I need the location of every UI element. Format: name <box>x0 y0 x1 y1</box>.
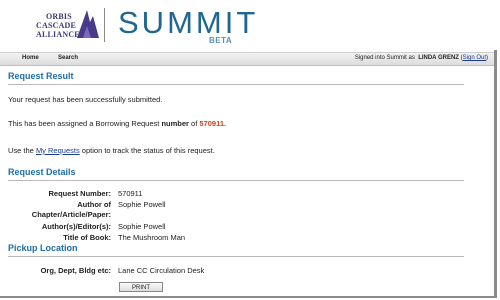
my-requests-link[interactable]: My Requests <box>36 146 80 155</box>
header: ORBIS CASCADE ALLIANCE SUMMIT BETA <box>0 0 497 50</box>
request-number-label: Request Number: <box>48 189 111 198</box>
request-number-value: 570911 <box>118 189 143 198</box>
assigned-message: This has been assigned a Borrowing Reque… <box>8 119 226 128</box>
request-result-heading: Request Result <box>8 71 74 81</box>
assigned-end: . <box>224 119 227 128</box>
nav-bar: Home Search Signed into Summit as LINDA … <box>0 52 494 66</box>
author-of-label: Author of <box>77 200 111 209</box>
logo-text-line2: CASCADE <box>36 21 77 30</box>
signed-in-status: Signed into Summit as LINDA GRENZ (Sign … <box>355 55 488 61</box>
nav-search-link[interactable]: Search <box>58 55 78 61</box>
sign-out-close-paren: ) <box>486 55 488 61</box>
assigned-of: of <box>188 119 200 128</box>
logo-text-line1: ORBIS <box>46 12 72 21</box>
assigned-number-word: number <box>161 119 189 128</box>
sign-out-link[interactable]: Sign Out <box>463 55 486 61</box>
section-divider <box>8 180 464 181</box>
pickup-location-heading: Pickup Location <box>8 243 78 253</box>
book-title-label: Title of Book: <box>63 233 111 242</box>
orbis-cascade-logo: ORBIS CASCADE ALLIANCE <box>30 8 100 44</box>
logo-text-line3: ALLIANCE <box>36 30 80 39</box>
user-name: LINDA GRENZ <box>418 55 459 61</box>
signed-in-prefix: Signed into Summit as <box>354 55 415 61</box>
beta-badge: BETA <box>209 36 233 45</box>
author-editor-label: Author(s)/Editor(s): <box>41 222 111 231</box>
header-divider <box>104 8 105 42</box>
track-prefix: Use the <box>8 146 36 155</box>
success-message: Your request has been successfully submi… <box>8 95 163 104</box>
nav-home-link[interactable]: Home <box>22 55 39 61</box>
request-number-highlight: 570911 <box>199 119 225 128</box>
track-suffix: option to track the status of this reque… <box>79 146 215 155</box>
book-title-value: The Mushroom Man <box>118 233 186 242</box>
chapter-label: Chapter/Article/Paper: <box>31 210 111 219</box>
track-message: Use the My Requests option to track the … <box>8 146 215 155</box>
app-title: SUMMIT <box>118 5 259 40</box>
author-of-value: Sophie Powell <box>118 200 166 209</box>
section-divider <box>8 84 464 85</box>
pickup-location-label: Org, Dept, Bldg etc: <box>40 266 111 275</box>
assigned-prefix: This has been assigned a Borrowing Reque… <box>8 119 162 128</box>
mountain-icon <box>77 10 99 38</box>
section-divider <box>8 256 464 257</box>
author-editor-value: Sophie Powell <box>118 222 166 231</box>
print-button[interactable]: PRINT <box>119 282 163 292</box>
request-details-heading: Request Details <box>8 167 76 177</box>
pickup-location-value: Lane CC Circulation Desk <box>118 266 205 275</box>
